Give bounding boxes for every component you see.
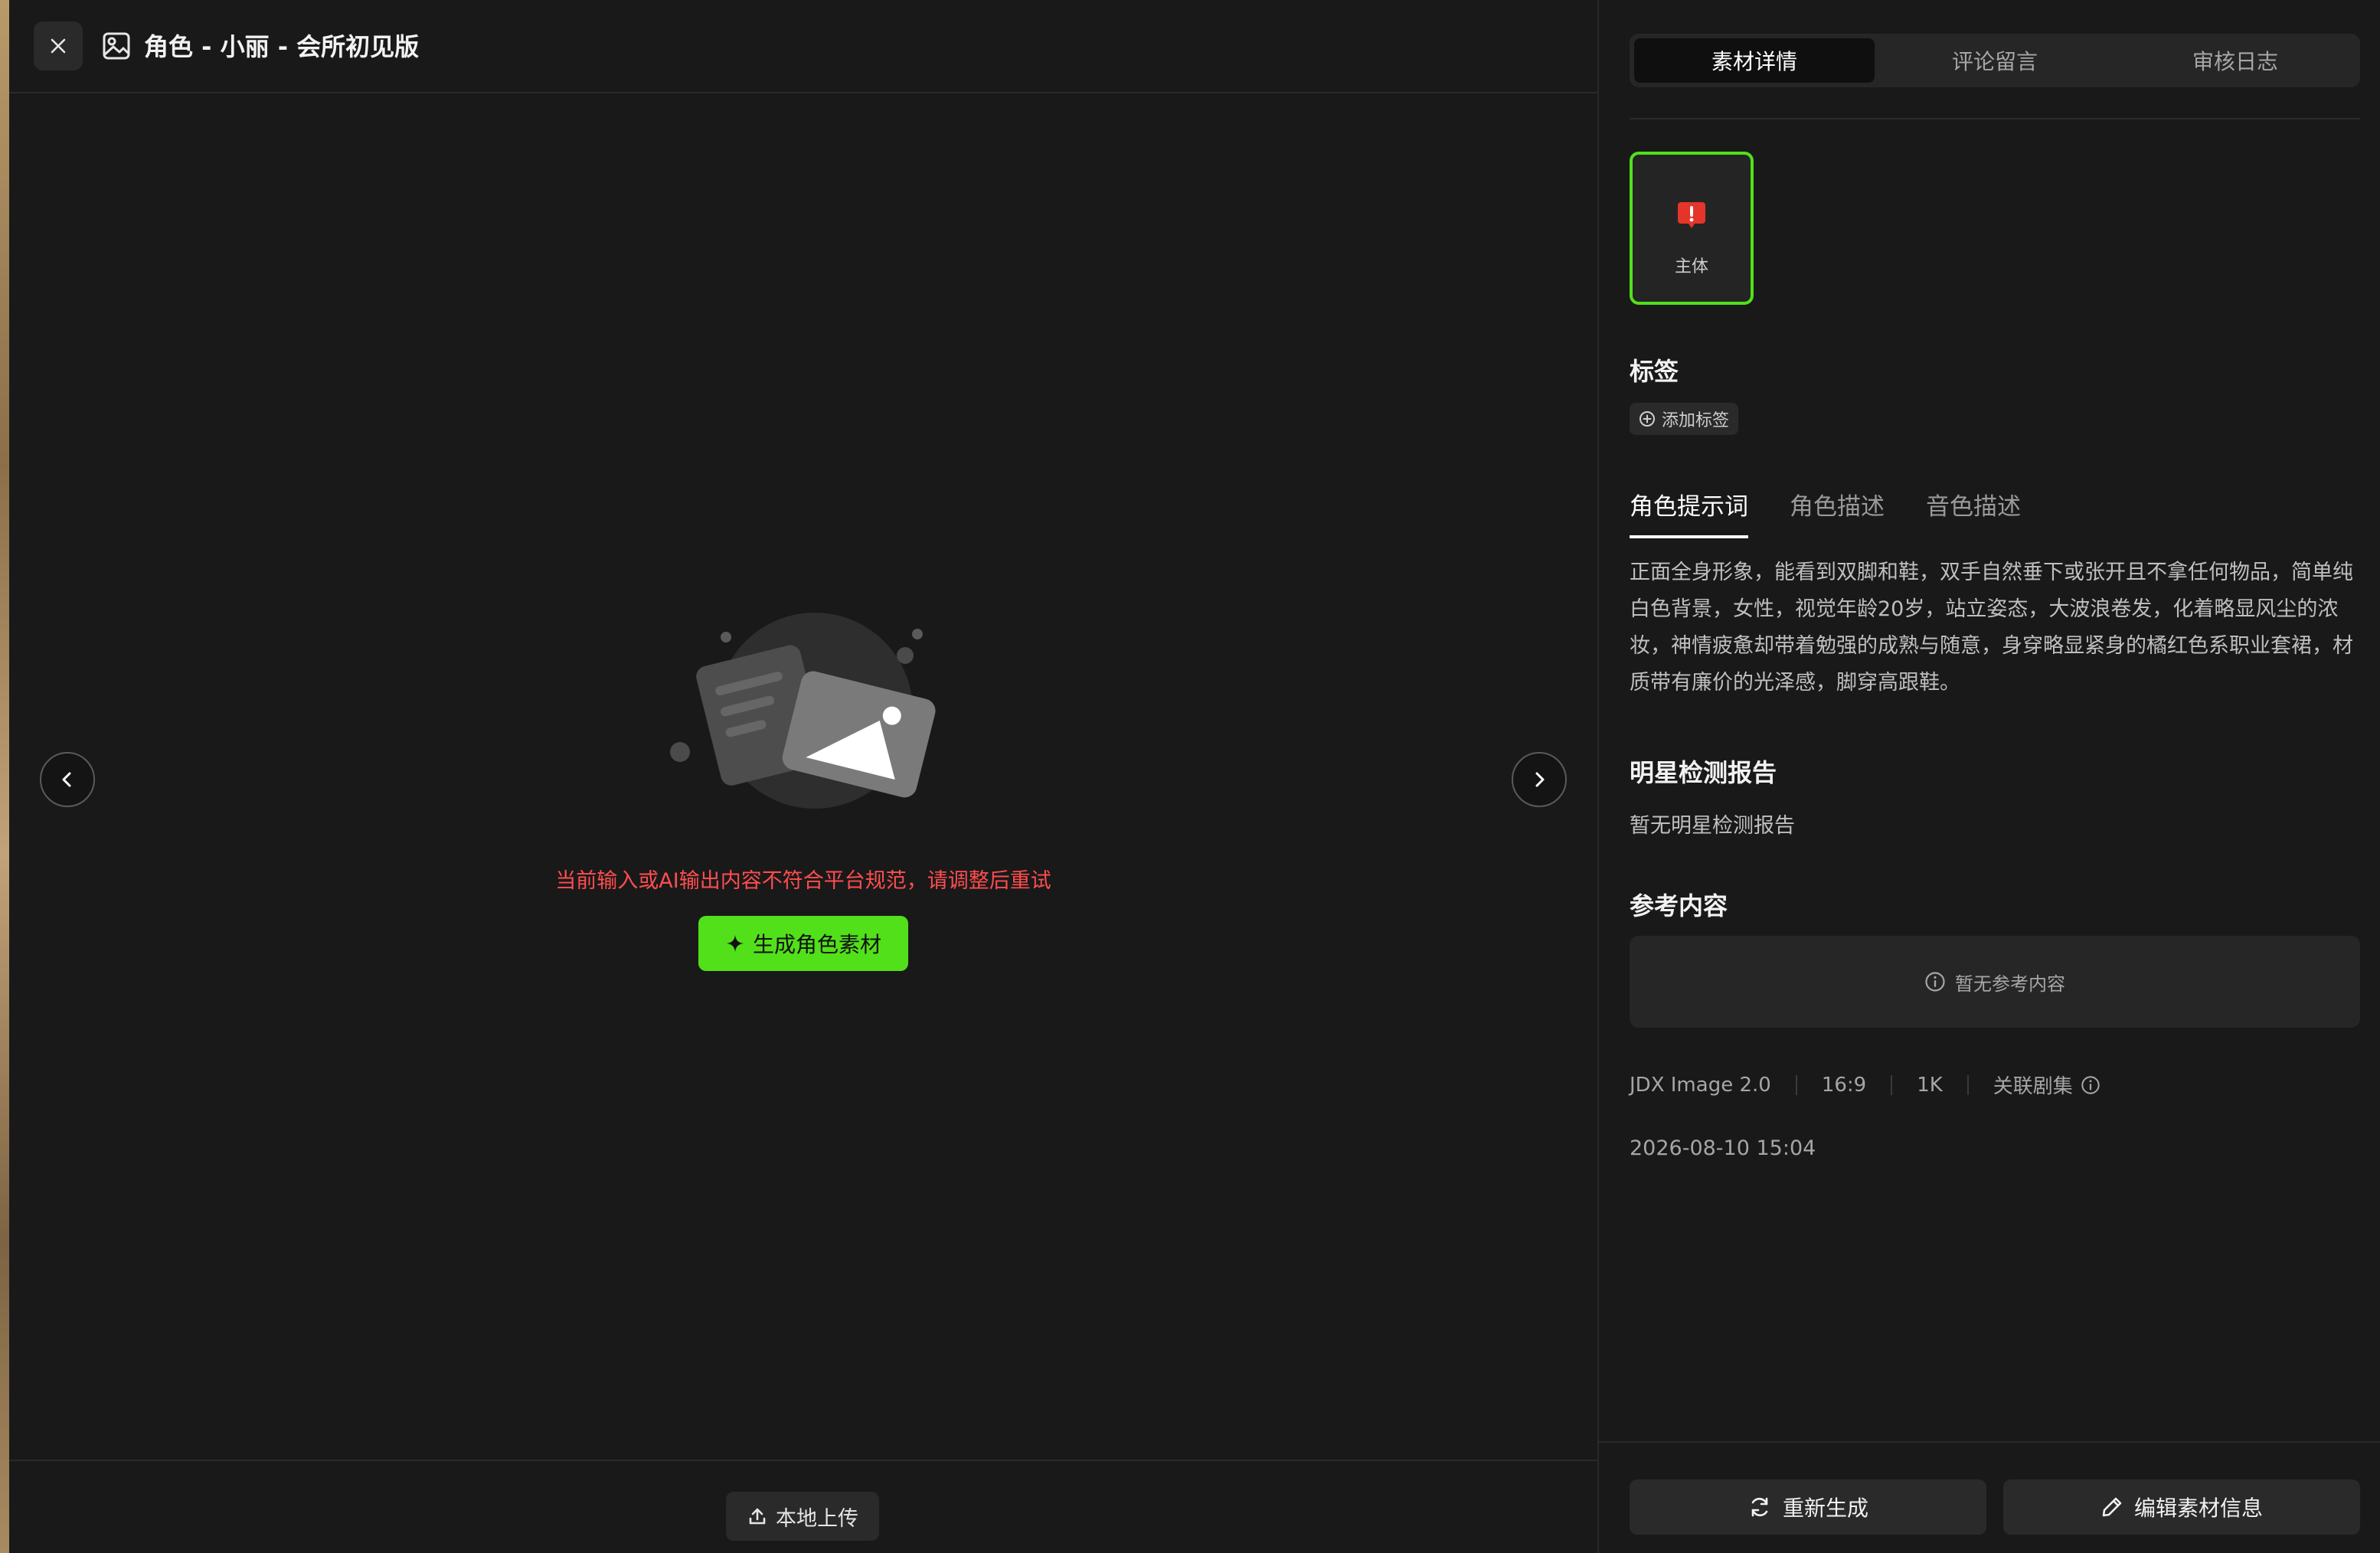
star-report-empty: 暂无明星检测报告	[1630, 814, 1795, 838]
generate-character-button[interactable]: 生成角色素材	[698, 916, 908, 971]
subject-thumbnail[interactable]: 主体	[1630, 152, 1754, 305]
generation-meta: JDX Image 2.0 16:9 1K 关联剧集	[1630, 1071, 2100, 1099]
resolution: 1K	[1917, 1073, 1943, 1097]
app-window: 角色 - 小丽 - 会所初见版 当前输入或AI输出内容不符合平台规范，请调整后重…	[0, 0, 2380, 1553]
reference-title: 参考内容	[1630, 891, 1728, 920]
details-panel: 素材详情 评论留言 审核日志 主体 标签 添加标签 角色提示词 角色描述 音色描…	[1597, 0, 2380, 1553]
reference-empty-box: 暂无参考内容	[1630, 936, 2360, 1028]
info-icon	[2081, 1075, 2100, 1094]
detail-tabs: 素材详情 评论留言 审核日志	[1630, 34, 2360, 87]
pencil-icon	[2102, 1497, 2122, 1517]
preview-panel: 角色 - 小丽 - 会所初见版 当前输入或AI输出内容不符合平台规范，请调整后重…	[9, 0, 1597, 1553]
preview-footer: 本地上传	[9, 1460, 1597, 1553]
plus-circle-icon	[1640, 411, 1655, 427]
upload-icon	[749, 1508, 766, 1525]
preview-header: 角色 - 小丽 - 会所初见版	[9, 0, 1597, 93]
previous-button[interactable]	[40, 752, 95, 807]
close-button[interactable]	[34, 21, 83, 70]
thumbnail-label: 主体	[1674, 257, 1708, 276]
add-tag-label: 添加标签	[1662, 411, 1730, 430]
empty-image-illustration	[670, 613, 936, 809]
next-button[interactable]	[1512, 752, 1567, 807]
warning-icon	[1678, 202, 1705, 228]
tab-character-prompt[interactable]: 角色提示词	[1630, 487, 1748, 538]
close-icon	[51, 38, 66, 54]
aspect-ratio: 16:9	[1821, 1073, 1867, 1097]
regenerate-button[interactable]: 重新生成	[1630, 1479, 1986, 1535]
reference-empty-text: 暂无参考内容	[1955, 973, 2065, 995]
regenerate-label: 重新生成	[1782, 1496, 1868, 1521]
tab-comments[interactable]: 评论留言	[1875, 38, 2115, 83]
timestamp: 2026-08-10 15:04	[1630, 1136, 1816, 1160]
tags-title: 标签	[1630, 357, 1679, 386]
divider	[1599, 1441, 2380, 1443]
edit-label: 编辑素材信息	[2133, 1496, 2263, 1521]
star-report-title: 明星检测报告	[1630, 758, 1777, 787]
tab-review-log[interactable]: 审核日志	[2115, 38, 2355, 83]
model-name: JDX Image 2.0	[1630, 1073, 1771, 1097]
linked-episodes[interactable]: 关联剧集	[1993, 1071, 2100, 1099]
chevron-left-icon	[62, 772, 71, 787]
generate-button-label: 生成角色素材	[752, 932, 881, 957]
image-icon	[103, 32, 130, 60]
tab-character-description[interactable]: 角色描述	[1790, 487, 1885, 538]
tab-voice-description[interactable]: 音色描述	[1926, 487, 2021, 538]
divider	[1630, 118, 2360, 119]
local-upload-button[interactable]: 本地上传	[726, 1492, 879, 1541]
prompt-text: 正面全身形象，能看到双脚和鞋，双手自然垂下或张开且不拿任何物品，简单纯白色背景，…	[1630, 561, 2353, 695]
chevron-right-icon	[1535, 772, 1545, 787]
page-title: 角色 - 小丽 - 会所初见版	[144, 32, 420, 61]
info-icon	[1925, 972, 1945, 992]
linked-episodes-label: 关联剧集	[1993, 1075, 2073, 1098]
refresh-icon	[1751, 1497, 1768, 1517]
upload-button-label: 本地上传	[776, 1506, 858, 1531]
separator	[1891, 1074, 1893, 1095]
error-message: 当前输入或AI输出内容不符合平台规范，请调整后重试	[555, 869, 1051, 893]
separator	[1966, 1074, 1969, 1095]
sparkle-icon	[726, 935, 744, 952]
tab-material-details[interactable]: 素材详情	[1634, 38, 1875, 83]
desktop-background-strip	[0, 0, 9, 1553]
separator	[1795, 1074, 1797, 1095]
add-tag-button[interactable]: 添加标签	[1630, 403, 1739, 435]
edit-material-button[interactable]: 编辑素材信息	[2003, 1479, 2360, 1535]
prompt-tabs: 角色提示词 角色描述 音色描述	[1630, 487, 2021, 538]
